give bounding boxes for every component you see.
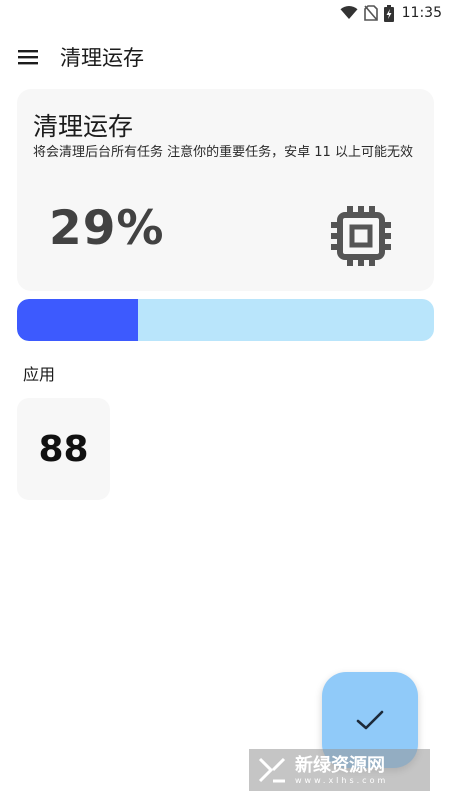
watermark: 新绿资源网 www.xlhs.com	[249, 749, 430, 791]
card-title: 清理运存	[33, 112, 134, 141]
menu-button[interactable]	[10, 39, 46, 75]
app-count: 88	[38, 428, 89, 470]
status-time: 11:35	[401, 5, 442, 21]
battery-charging-icon	[383, 4, 394, 22]
memory-progress-fill	[17, 299, 138, 341]
apps-section-label: 应用	[23, 365, 56, 384]
check-icon	[356, 710, 384, 730]
memory-info-card: 清理运存 将会清理后台所有任务 注意你的重要任务，安卓 11 以上可能无效 29…	[17, 89, 434, 291]
memory-progress-bar	[17, 299, 434, 341]
status-bar: 11:35	[0, 0, 450, 26]
memory-usage-percent: 29%	[49, 201, 165, 256]
watermark-domain: www.xlhs.com	[295, 775, 389, 785]
app-title: 清理运存	[60, 46, 144, 70]
watermark-brand: 新绿资源网	[295, 754, 385, 776]
hamburger-menu-icon	[18, 50, 38, 65]
app-count-card: 88	[17, 398, 110, 500]
watermark-logo	[258, 757, 286, 783]
no-sim-icon	[363, 5, 378, 21]
card-description: 将会清理后台所有任务 注意你的重要任务，安卓 11 以上可能无效	[33, 145, 413, 160]
wifi-icon	[340, 6, 358, 20]
app-bar: 清理运存	[0, 34, 450, 80]
screen: 11:35 清理运存 清理运存 将会清理后台所有任务 注意你的重要任务，安卓 1…	[0, 0, 450, 800]
memory-chip-icon	[331, 206, 391, 266]
